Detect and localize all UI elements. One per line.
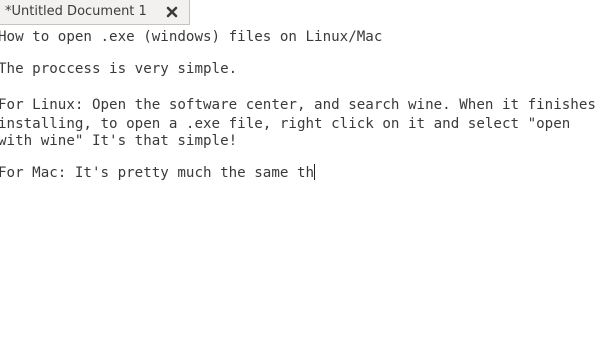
document-line-9-text: For Mac: It's pretty much the same th: [0, 165, 315, 181]
text-editing-area[interactable]: How to open .exe (windows) files on Linu…: [0, 27, 600, 337]
document-line-9: For Mac: It's pretty much the same th: [0, 163, 316, 183]
tab-bar: *Untitled Document 1: [0, 0, 600, 26]
document-line-7: with wine" It's that simple!: [0, 133, 238, 149]
text-cursor: [314, 164, 316, 180]
close-icon[interactable]: [165, 5, 179, 19]
document-line-5: For Linux: Open the software center, and…: [0, 97, 596, 113]
tab-title: *Untitled Document 1: [5, 4, 147, 19]
document-line-3: The proccess is very simple.: [0, 61, 238, 77]
document-line-1: How to open .exe (windows) files on Linu…: [0, 29, 383, 45]
text-editor-window: *Untitled Document 1 How to open .exe (w…: [0, 0, 600, 337]
tab-untitled-document-1[interactable]: *Untitled Document 1: [0, 0, 190, 25]
